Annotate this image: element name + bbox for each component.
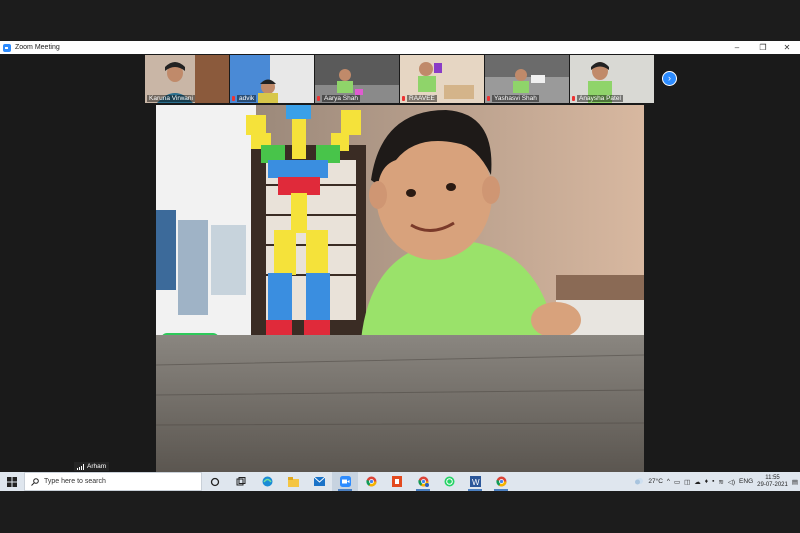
screen: Zoom Meeting – ❐ ✕ Karuna Virwani advik … xyxy=(0,0,800,533)
chevron-right-icon[interactable]: › xyxy=(662,71,677,86)
system-tray: 27°C ^ ▭ ◫ ☁ ♦ ▪ ≋ ◁) ENG 11:55 29-07-20… xyxy=(634,472,800,491)
language-indicator[interactable]: ENG xyxy=(739,478,753,485)
participant-name: Anaysha Patel xyxy=(577,95,623,102)
muted-mic-icon xyxy=(487,96,490,101)
file-explorer-icon[interactable] xyxy=(280,472,306,491)
participant-name: advik xyxy=(237,95,257,102)
participant-tile[interactable]: advik xyxy=(230,55,314,103)
microphone-icon[interactable]: ♦ xyxy=(705,478,708,485)
onedrive-icon[interactable]: ☁ xyxy=(694,478,701,486)
chrome-alt-icon[interactable] xyxy=(488,472,514,491)
speaker-video-frame xyxy=(156,105,644,472)
edge-icon[interactable] xyxy=(254,472,280,491)
connection-signal-icon xyxy=(77,463,84,470)
active-speaker-label: Arham xyxy=(74,462,110,471)
active-speaker-video xyxy=(156,105,644,472)
window-title: Zoom Meeting xyxy=(15,44,60,51)
participant-name: RAAVEE xyxy=(407,95,437,102)
participant-name: Yashasvi Shah xyxy=(492,95,539,102)
notifications-icon[interactable]: ▤ xyxy=(792,478,798,486)
battery-icon[interactable]: ▭ xyxy=(674,478,680,486)
network-icon[interactable]: ◫ xyxy=(684,478,690,486)
windows-start-icon[interactable] xyxy=(0,472,24,491)
muted-mic-icon xyxy=(317,96,320,101)
muted-mic-icon xyxy=(402,96,405,101)
mail-icon[interactable] xyxy=(306,472,332,491)
participant-strip: Karuna Virwani advik Aarya Shah RAAVEE Y… xyxy=(145,55,655,103)
maximize-button[interactable]: ❐ xyxy=(750,41,776,54)
search-icon xyxy=(31,477,39,486)
zoom-icon[interactable] xyxy=(332,472,358,491)
title-bar: Zoom Meeting – ❐ ✕ xyxy=(0,41,800,54)
letterbox-top xyxy=(0,0,800,41)
svg-text:W: W xyxy=(472,478,480,487)
cortana-icon[interactable] xyxy=(202,472,228,491)
participant-name: Aarya Shah xyxy=(322,95,360,102)
taskbar-clock[interactable]: 11:55 29-07-2021 xyxy=(757,475,788,489)
chevron-up-icon[interactable]: ^ xyxy=(667,478,670,485)
wifi-icon[interactable]: ≋ xyxy=(718,478,723,486)
task-view-icon[interactable] xyxy=(228,472,254,491)
weather-icon[interactable] xyxy=(634,477,644,486)
participant-tile[interactable]: Aarya Shah xyxy=(315,55,399,103)
chrome-profile-icon[interactable] xyxy=(410,472,436,491)
muted-mic-icon xyxy=(572,96,575,101)
speaker-icon[interactable]: ◁) xyxy=(728,478,735,486)
word-icon[interactable]: W xyxy=(462,472,488,491)
zoom-window: Zoom Meeting – ❐ ✕ Karuna Virwani advik … xyxy=(0,41,800,472)
participant-tile[interactable]: RAAVEE xyxy=(400,55,484,103)
taskbar-search-box[interactable]: Type here to search xyxy=(24,472,202,491)
minimize-button[interactable]: – xyxy=(724,41,750,54)
chrome-icon[interactable] xyxy=(358,472,384,491)
participant-tile[interactable]: Yashasvi Shah xyxy=(485,55,569,103)
participant-tile[interactable]: Karuna Virwani xyxy=(145,55,229,103)
whatsapp-icon[interactable] xyxy=(436,472,462,491)
camera-icon[interactable]: ▪ xyxy=(712,478,714,485)
letterbox-bottom xyxy=(0,491,800,533)
muted-mic-icon xyxy=(232,96,235,101)
close-button[interactable]: ✕ xyxy=(774,41,800,54)
office-icon[interactable] xyxy=(384,472,410,491)
weather-temperature[interactable]: 27°C xyxy=(648,478,663,485)
zoom-logo-icon xyxy=(3,43,11,52)
windows-taskbar: Type here to search W 27°C ^ ▭ ◫ ☁ ♦ ▪ ≋… xyxy=(0,472,800,491)
participant-name: Karuna Virwani xyxy=(147,95,195,102)
clock-time: 11:55 xyxy=(765,474,780,481)
participant-tile[interactable]: Anaysha Patel xyxy=(570,55,654,103)
search-placeholder: Type here to search xyxy=(44,478,106,485)
clock-date: 29-07-2021 xyxy=(757,481,788,488)
active-speaker-name: Arham xyxy=(87,463,107,470)
